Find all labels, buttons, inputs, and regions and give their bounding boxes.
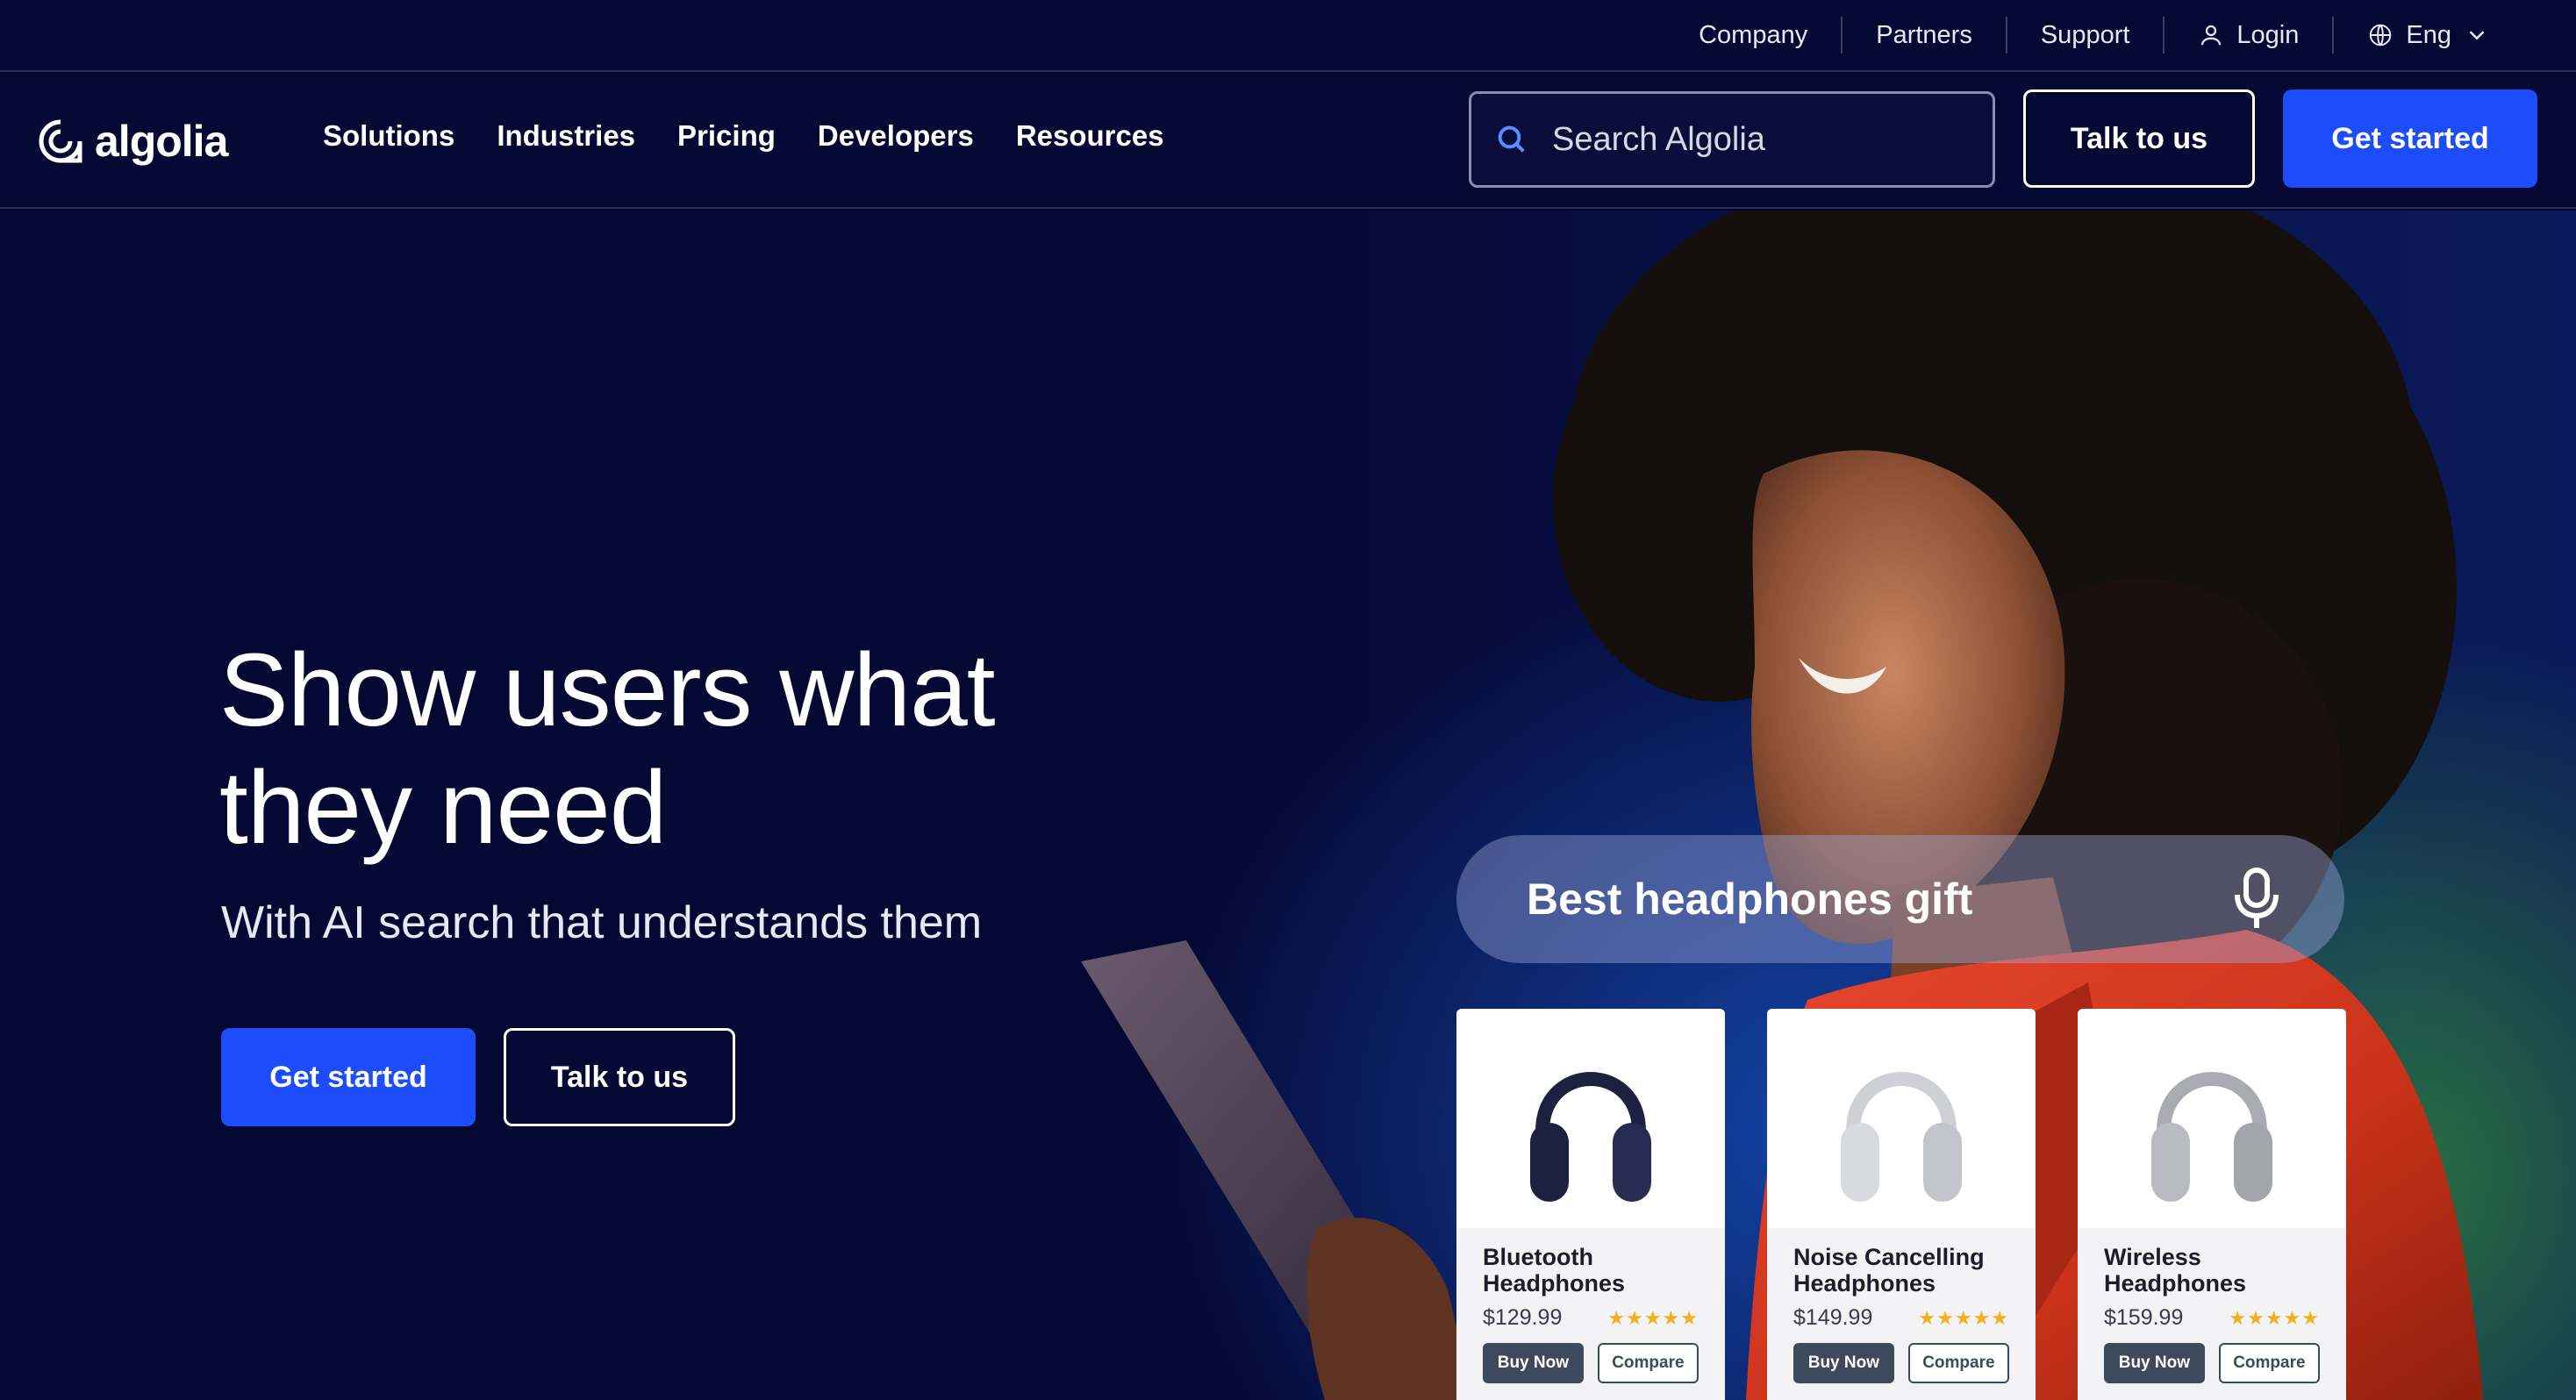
language-selector[interactable]: Eng	[2332, 17, 2523, 54]
globe-icon	[2370, 24, 2392, 46]
nav-developers[interactable]: Developers	[818, 119, 974, 153]
buy-now-button[interactable]: Buy Now	[2104, 1343, 2205, 1383]
nav-talk-button[interactable]: Talk to us	[2023, 89, 2255, 188]
support-link[interactable]: Support	[2005, 17, 2164, 54]
buy-now-button[interactable]: Buy Now	[1483, 1343, 1584, 1383]
support-link-label: Support	[2040, 20, 2130, 49]
product-name: Bluetooth Headphones	[1483, 1244, 1626, 1296]
compare-button[interactable]: Compare	[1597, 1343, 1699, 1383]
login-link-label: Login	[2236, 20, 2300, 49]
product-price: $149.99	[1793, 1305, 1873, 1330]
hero-title: Show users what they need	[219, 632, 1184, 867]
nav-industries[interactable]: Industries	[497, 119, 635, 153]
hero-title-line-2: they need	[219, 750, 667, 866]
product-price: $159.99	[2104, 1305, 2184, 1330]
compare-button[interactable]: Compare	[1907, 1343, 2009, 1383]
logo-text: algolia	[95, 117, 228, 166]
star-rating-icon: ★★★★★	[2229, 1306, 2320, 1329]
headphones-icon	[2151, 1072, 2272, 1202]
primary-nav-links: Solutions Industries Pricing Developers …	[323, 119, 1164, 153]
partners-link[interactable]: Partners	[1841, 17, 2006, 54]
product-image	[2078, 1009, 2346, 1228]
product-image	[1456, 1009, 1725, 1228]
language-label: Eng	[2406, 20, 2451, 49]
voice-search-demo: Best headphones gift	[1456, 835, 2344, 963]
headphones-icon	[1530, 1072, 1651, 1202]
company-link-label: Company	[1699, 20, 1808, 49]
nav-solutions[interactable]: Solutions	[323, 119, 454, 153]
star-rating-icon: ★★★★★	[1607, 1306, 1699, 1329]
product-name: Noise Cancelling Headphones	[1793, 1244, 1985, 1296]
site-search[interactable]	[1469, 91, 1995, 188]
company-link[interactable]: Company	[1665, 17, 1841, 54]
algolia-logo[interactable]: algolia	[37, 111, 228, 172]
star-rating-icon: ★★★★★	[1918, 1306, 2009, 1329]
compare-button[interactable]: Compare	[2218, 1343, 2320, 1383]
partners-link-label: Partners	[1876, 20, 1972, 49]
hero-title-line-1: Show users what	[219, 632, 996, 748]
product-card: Bluetooth Headphones $129.99 ★★★★★ Buy N…	[1456, 1009, 1725, 1400]
user-icon	[2201, 25, 2222, 46]
chevron-down-icon	[2469, 31, 2485, 40]
nav-resources[interactable]: Resources	[1016, 119, 1164, 153]
search-input[interactable]	[1552, 120, 1964, 159]
product-price: $129.99	[1483, 1305, 1563, 1330]
voice-search-query: Best headphones gift	[1527, 875, 1973, 924]
hero-subtitle: With AI search that understands them	[221, 897, 983, 948]
nav-pricing[interactable]: Pricing	[677, 119, 776, 153]
microphone-icon	[2235, 868, 2279, 928]
hero-section: Show users what they need With AI search…	[0, 211, 2576, 1400]
utility-bar: Company Partners Support Login Eng	[0, 0, 2576, 72]
login-link[interactable]: Login	[2163, 17, 2332, 54]
nav-get-started-button[interactable]: Get started	[2283, 89, 2537, 188]
algolia-logo-icon	[39, 119, 82, 163]
buy-now-button[interactable]: Buy Now	[1793, 1343, 1894, 1383]
search-icon	[1498, 125, 1525, 153]
product-card: Noise Cancelling Headphones $149.99 ★★★★…	[1767, 1009, 2036, 1400]
product-image	[1767, 1009, 2036, 1228]
product-name: Wireless Headphones	[2104, 1244, 2247, 1296]
main-nav: algolia Solutions Industries Pricing Dev…	[0, 74, 2576, 209]
headphones-icon	[1841, 1072, 1962, 1202]
hero-talk-button[interactable]: Talk to us	[504, 1028, 735, 1126]
hero-get-started-button[interactable]: Get started	[221, 1028, 476, 1126]
product-card: Wireless Headphones $159.99 ★★★★★ Buy No…	[2078, 1009, 2346, 1400]
